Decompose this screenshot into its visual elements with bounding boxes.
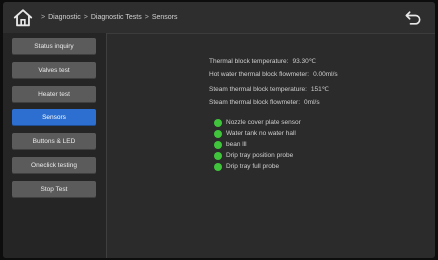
home-icon[interactable]: [12, 7, 34, 29]
status-label: Drip tray full probe: [226, 163, 280, 170]
status-row: Drip tray full probe: [214, 162, 279, 171]
status-row: Drip tray position probe: [214, 151, 293, 160]
status-ok-indicator: [214, 162, 222, 171]
breadcrumb-separator: >: [83, 14, 88, 21]
breadcrumb-separator: >: [144, 14, 149, 21]
breadcrumb-item-diagnostic[interactable]: Diagnostic: [48, 14, 81, 21]
breadcrumb-item-diagnostic-tests[interactable]: Diagnostic Tests: [91, 14, 142, 21]
hot-water-flowmeter-reading: Hot water thermal block flowmeter: 0.00ml…: [209, 71, 338, 78]
reading-value: 0ml/s: [304, 99, 320, 106]
status-row: Nozzle cover plate sensor: [214, 118, 301, 127]
status-row: bean lll: [214, 140, 247, 149]
status-label: Nozzle cover plate sensor: [226, 119, 301, 126]
reading-value: 151℃: [310, 86, 330, 93]
status-ok-indicator: [214, 118, 222, 127]
status-ok-indicator: [214, 129, 222, 138]
thermal-block-temperature-reading: Thermal block temperature: 93.30℃: [209, 57, 316, 65]
status-label: Drip tray position probe: [226, 152, 294, 159]
reading-value: 0.00ml/s: [313, 71, 338, 78]
sensor-panel: Thermal block temperature: 93.30℃ Hot wat…: [107, 33, 435, 258]
sidebar: Status inquiry Valves test Heater test S…: [3, 33, 107, 258]
breadcrumb-item-sensors: Sensors: [151, 14, 178, 21]
breadcrumb: > Diagnostic > Diagnostic Tests > Sensor…: [38, 2, 178, 33]
status-ok-indicator: [214, 140, 222, 149]
steam-block-flowmeter-reading: Steam thermal block flowmeter: 0ml/s: [209, 99, 320, 106]
sidebar-item-oneclick-testing[interactable]: Oneclick testing: [12, 157, 96, 174]
sidebar-item-heater-test[interactable]: Heater test: [12, 86, 96, 103]
reading-label: Hot water thermal block flowmeter:: [209, 71, 310, 78]
status-ok-indicator: [214, 151, 222, 160]
steam-block-temperature-reading: Steam thermal block temperature: 151℃: [209, 85, 329, 93]
status-label: Water tank no water hall: [226, 130, 296, 137]
stop-test-button[interactable]: Stop Test: [12, 181, 96, 198]
reading-value: 93.30℃: [292, 58, 317, 65]
reading-label: Steam thermal block temperature:: [209, 86, 307, 93]
back-arrow-icon[interactable]: [403, 8, 423, 28]
sidebar-item-valves-test[interactable]: Valves test: [12, 62, 96, 79]
sidebar-item-status-inquiry[interactable]: Status inquiry: [12, 38, 96, 55]
top-bar: > Diagnostic > Diagnostic Tests > Sensor…: [3, 2, 435, 34]
screen: > Diagnostic > Diagnostic Tests > Sensor…: [3, 2, 435, 258]
status-row: Water tank no water hall: [214, 129, 296, 138]
reading-label: Steam thermal block flowmeter:: [209, 99, 301, 106]
breadcrumb-separator: >: [41, 14, 46, 21]
sidebar-item-sensors[interactable]: Sensors: [12, 109, 96, 126]
status-label: bean lll: [226, 141, 247, 148]
reading-label: Thermal block temperature:: [209, 58, 289, 65]
sidebar-item-buttons-led[interactable]: Buttons & LED: [12, 133, 96, 150]
